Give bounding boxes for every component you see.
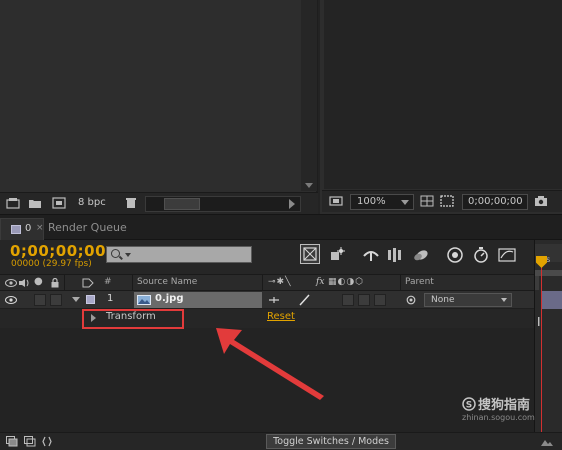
- new-composition-icon[interactable]: [52, 197, 66, 209]
- work-area-bar[interactable]: [535, 270, 562, 276]
- delete-trash-icon[interactable]: [124, 197, 138, 209]
- grid-guides-icon[interactable]: [420, 195, 434, 207]
- switches-header-icons-2: ▦◐◑⬡: [328, 277, 365, 287]
- expand-layer-chevron-icon[interactable]: [72, 297, 80, 302]
- mini-flowchart-icon: [303, 247, 317, 261]
- audio-header-icon: [19, 279, 29, 287]
- text-cursor-icon: I: [537, 315, 541, 329]
- layer-duration-bar[interactable]: [541, 291, 562, 309]
- lock-toggle[interactable]: [50, 294, 62, 306]
- chevron-down-icon: [501, 298, 507, 302]
- lock-header-icon: [51, 278, 59, 288]
- layer-number: 1: [107, 293, 114, 304]
- interpret-footage-icon[interactable]: [6, 197, 20, 209]
- chevron-down-icon: [401, 200, 409, 205]
- quality-switch-icon[interactable]: [298, 294, 310, 306]
- timeline-graph-area[interactable]: 0s I: [534, 240, 562, 432]
- column-source-name[interactable]: Source Name: [137, 277, 197, 287]
- zoom-value: 100%: [357, 196, 386, 207]
- chevron-down-icon: [125, 253, 131, 257]
- shy-switch-icon[interactable]: [268, 295, 280, 305]
- region-of-interest-icon[interactable]: [440, 195, 454, 207]
- switch-box[interactable]: [358, 294, 370, 306]
- layer-label-color[interactable]: [86, 295, 95, 304]
- composition-timecode[interactable]: 0;00;00;00: [462, 194, 528, 210]
- motion-blur-icon[interactable]: [412, 246, 430, 264]
- layer-search-input[interactable]: [106, 246, 252, 263]
- sogou-logo-icon: S: [462, 396, 476, 411]
- current-time-indicator-handle[interactable]: [536, 256, 547, 268]
- current-time-indicator-line: [541, 260, 542, 432]
- column-divider: [64, 275, 65, 291]
- solo-header-icon: ●: [34, 276, 43, 287]
- stopwatch-icon[interactable]: [472, 246, 490, 264]
- frame-blending-icon[interactable]: [386, 246, 404, 264]
- modes-pane-icon[interactable]: [24, 436, 36, 447]
- project-vertical-scrollbar[interactable]: [301, 0, 317, 191]
- brainstorm-icon[interactable]: [446, 246, 464, 264]
- parent-dropdown[interactable]: None: [424, 293, 512, 307]
- search-icon: [111, 249, 120, 258]
- layer-name-cell[interactable]: [134, 292, 262, 308]
- frame-rate-display: 00000 (29.97 fps): [11, 259, 92, 269]
- live-update-icon[interactable]: [328, 246, 346, 264]
- column-divider: [262, 275, 263, 291]
- timeline-bottom-bar: Toggle Switches / Modes: [0, 432, 562, 450]
- column-effects-switch: fx: [316, 277, 325, 287]
- pick-whip-icon[interactable]: [406, 295, 416, 305]
- parent-value: None: [431, 295, 455, 305]
- project-horizontal-scrollbar[interactable]: [145, 196, 301, 212]
- watermark-url: zhinan.sogou.com: [462, 413, 535, 422]
- timeline-tab-bar: 0 × Render Queue: [0, 214, 562, 240]
- column-parent: Parent: [405, 277, 434, 287]
- switch-box[interactable]: [374, 294, 386, 306]
- tab-composition-label: 0: [25, 223, 32, 234]
- watermark-title: 搜狗指南: [478, 398, 531, 413]
- video-visibility-header-icon: [5, 279, 17, 287]
- in-out-pane-icon[interactable]: [42, 436, 52, 447]
- new-folder-icon[interactable]: [28, 197, 42, 209]
- composition-icon: [11, 225, 21, 234]
- column-divider: [400, 275, 401, 291]
- video-visibility-eye-icon[interactable]: [5, 295, 17, 305]
- composition-viewer[interactable]: [324, 0, 562, 189]
- transform-highlight-annotation: [82, 309, 184, 329]
- current-time-display[interactable]: 0;00;00;00: [10, 242, 106, 260]
- column-number: #: [104, 277, 112, 287]
- zoom-out-mountain-icon[interactable]: [540, 437, 554, 447]
- column-divider: [132, 275, 133, 291]
- layer-switches-pane-icon[interactable]: [6, 436, 18, 447]
- image-footage-icon: [137, 295, 151, 305]
- close-icon[interactable]: ×: [36, 223, 44, 233]
- magnification-dropdown[interactable]: 100%: [350, 194, 414, 210]
- tab-composition[interactable]: 0 ×: [0, 218, 44, 240]
- graph-editor-icon[interactable]: [498, 246, 516, 264]
- layer-name[interactable]: 0.jpg: [155, 293, 184, 304]
- transform-reset-link[interactable]: Reset: [267, 311, 295, 322]
- scroll-down-arrow-icon[interactable]: [305, 183, 313, 188]
- comp-mini-flowchart-button[interactable]: [300, 244, 320, 264]
- project-footer: 8 bpc: [0, 192, 318, 214]
- annotation-arrow: [216, 328, 324, 400]
- tab-render-queue[interactable]: Render Queue: [48, 221, 127, 234]
- scrollbar-thumb[interactable]: [164, 198, 200, 210]
- always-preview-icon[interactable]: [329, 195, 343, 207]
- project-bit-depth[interactable]: 8 bpc: [78, 197, 106, 208]
- solo-toggle[interactable]: [34, 294, 46, 306]
- scroll-right-icon[interactable]: [289, 199, 295, 209]
- switch-box[interactable]: [342, 294, 354, 306]
- svg-text:S: S: [466, 400, 472, 410]
- watermark: S 搜狗指南 zhinan.sogou.com: [462, 394, 535, 422]
- composition-footer: 100% 0;00;00;00: [322, 190, 562, 212]
- label-tag-header-icon: [82, 278, 94, 288]
- draft-3d-icon[interactable]: [362, 246, 380, 264]
- toggle-switches-modes-button[interactable]: Toggle Switches / Modes: [266, 434, 396, 449]
- layer-in-point[interactable]: [535, 276, 539, 290]
- snapshot-camera-icon[interactable]: [534, 195, 548, 207]
- project-panel: [0, 0, 318, 214]
- switches-header-icons: ⊸✱╲: [268, 277, 292, 287]
- timeline-column-header: ● # Source Name ⊸✱╲ fx ▦◐◑⬡ Parent: [0, 274, 534, 291]
- layer-row[interactable]: 1 0.jpg None: [0, 291, 534, 309]
- timeline-header: 0;00;00;00 00000 (29.97 fps): [0, 240, 562, 274]
